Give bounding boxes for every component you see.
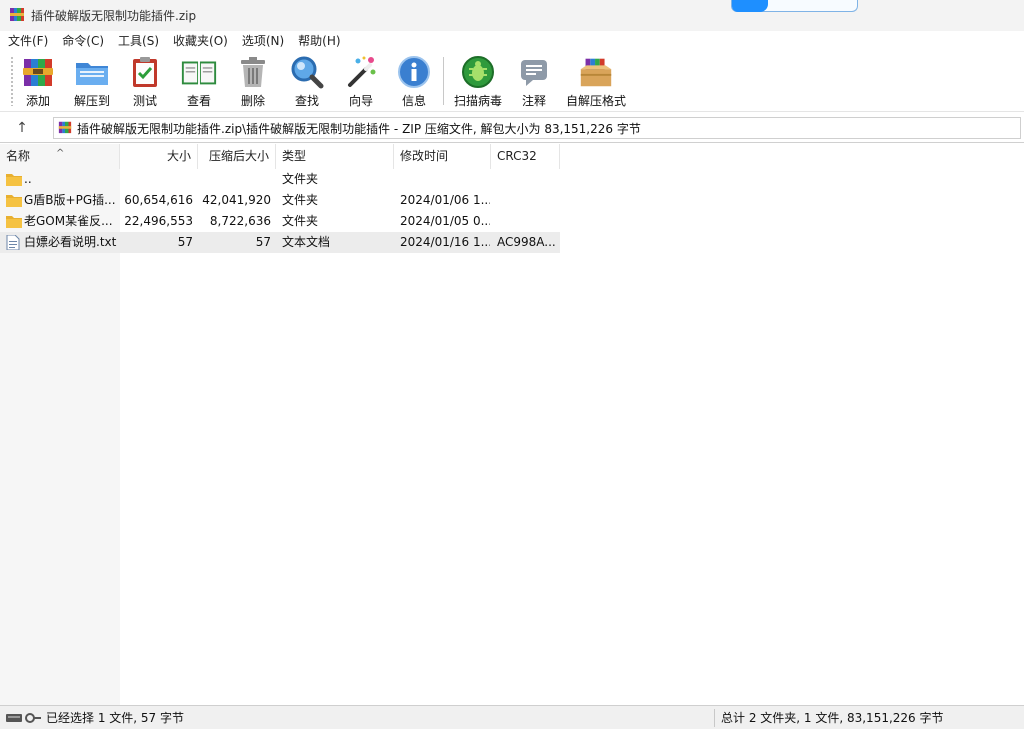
col-name-label: 名称 (6, 149, 31, 163)
table-row[interactable]: 老GOM某雀反... 22,496,553 8,722,636 文件夹 2024… (0, 211, 1024, 232)
comment-button[interactable]: 注释 (516, 54, 552, 110)
wizard-label: 向导 (348, 94, 373, 108)
file-size: 60,654,616 (124, 193, 193, 207)
test-label: 测试 (132, 94, 157, 108)
archive-path-icon (58, 120, 72, 137)
magic-wand-icon (342, 54, 380, 90)
up-arrow-button[interactable]: ↑ (9, 119, 35, 137)
file-size: 57 (177, 235, 193, 249)
file-size: 22,496,553 (124, 214, 193, 228)
address-bar: ↑ 插件破解版无限制功能插件.zip\插件破解版无限制功能插件 - ZIP 压缩… (0, 113, 1024, 143)
table-row[interactable]: .. 文件夹 (0, 169, 1024, 190)
file-name: G盾B版+PG插... (24, 193, 116, 207)
add-button[interactable]: 添加 (19, 54, 57, 110)
menu-file[interactable]: 文件(F) (8, 32, 48, 49)
view-label: 查看 (186, 94, 211, 108)
info-button[interactable]: 信息 (396, 54, 432, 110)
extract-to-label: 解压到 (73, 94, 110, 108)
table-row[interactable]: G盾B版+PG插... 60,654,616 42,041,920 文件夹 20… (0, 190, 1024, 211)
col-type[interactable]: 类型 (276, 144, 394, 169)
column-header: 名称 ^ 大小 压缩后大小 类型 修改时间 CRC32 (0, 144, 1024, 169)
wizard-button[interactable]: 向导 (343, 54, 379, 110)
archive-path: 插件破解版无限制功能插件.zip\插件破解版无限制功能插件 - ZIP 压缩文件… (77, 121, 641, 136)
file-list[interactable]: 名称 ^ 大小 压缩后大小 类型 修改时间 CRC32 .. 文件夹 G盾B版+… (0, 144, 1024, 705)
magnifier-icon (288, 54, 326, 90)
file-modified: 2024/01/16 1... (400, 235, 490, 249)
menu-commands[interactable]: 命令(C) (62, 32, 104, 49)
sfx-box-icon (577, 54, 615, 90)
winrar-icon (9, 6, 25, 25)
col-crc[interactable]: CRC32 (491, 144, 560, 169)
col-packed[interactable]: 压缩后大小 (198, 144, 276, 169)
view-button[interactable]: 查看 (178, 54, 220, 110)
file-type: 文件夹 (282, 193, 319, 207)
sort-up-icon: ^ (56, 148, 65, 159)
file-type: 文本文档 (282, 235, 331, 249)
file-packed: 42,041,920 (202, 193, 271, 207)
file-name: .. (24, 172, 32, 186)
bug-scan-icon (459, 54, 497, 90)
archive-add-icon (19, 54, 57, 90)
file-crc: AC998A... (497, 235, 556, 249)
info-label: 信息 (401, 94, 426, 108)
menu-help[interactable]: 帮助(H) (298, 32, 340, 49)
file-modified: 2024/01/05 0... (400, 214, 490, 228)
col-size[interactable]: 大小 (120, 144, 198, 169)
add-label: 添加 (25, 94, 50, 108)
test-button[interactable]: 测试 (127, 54, 163, 110)
file-name: 白嫖必看说明.txt (24, 235, 117, 249)
extract-to-button[interactable]: 解压到 (70, 54, 114, 110)
toolbar-separator (443, 57, 444, 105)
status-bar: 已经选择 1 文件, 57 字节 总计 2 文件夹, 1 文件, 83,151,… (0, 705, 1024, 729)
delete-button[interactable]: 删除 (235, 54, 271, 110)
file-name: 老GOM某雀反... (24, 214, 113, 228)
col-modified[interactable]: 修改时间 (394, 144, 491, 169)
menu-favorites[interactable]: 收藏夹(O) (173, 32, 228, 49)
drive-key-icon (6, 712, 42, 727)
menu-tools[interactable]: 工具(S) (118, 32, 159, 49)
clipboard-check-icon (126, 54, 164, 90)
file-type: 文件夹 (282, 214, 319, 228)
status-selection: 已经选择 1 文件, 57 字节 (46, 711, 184, 725)
toolbar: 添加 解压到 测试 查看 删除 查找 向导 信息 扫描病毒 注释 自解压格式 (0, 49, 1024, 112)
text-file-icon (6, 234, 20, 253)
book-view-icon (180, 54, 218, 90)
folder-icon (6, 172, 22, 189)
file-packed: 57 (255, 235, 271, 249)
title-bar: 插件破解版无限制功能插件.zip (0, 0, 1024, 31)
file-modified: 2024/01/06 1... (400, 193, 490, 207)
folder-extract-icon (73, 54, 111, 90)
comment-label: 注释 (521, 94, 546, 108)
path-field[interactable]: 插件破解版无限制功能插件.zip\插件破解版无限制功能插件 - ZIP 压缩文件… (53, 117, 1021, 139)
comment-icon (515, 54, 553, 90)
window-title: 插件破解版无限制功能插件.zip (31, 9, 197, 23)
floating-widget[interactable] (731, 0, 858, 12)
find-button[interactable]: 查找 (288, 54, 326, 110)
info-icon (395, 54, 433, 90)
status-total: 总计 2 文件夹, 1 文件, 83,151,226 字节 (721, 711, 944, 725)
status-divider (714, 709, 715, 727)
menu-bar: 文件(F) 命令(C) 工具(S) 收藏夹(O) 选项(N) 帮助(H) (0, 31, 1024, 49)
widget-accent (732, 0, 768, 12)
sfx-button[interactable]: 自解压格式 (565, 54, 627, 110)
virus-scan-label: 扫描病毒 (453, 94, 502, 108)
col-name[interactable]: 名称 ^ (0, 144, 120, 169)
toolbar-grip[interactable] (10, 56, 14, 106)
sfx-label: 自解压格式 (565, 94, 626, 108)
delete-label: 删除 (240, 94, 265, 108)
table-row-selected[interactable]: 白嫖必看说明.txt 57 57 文本文档 2024/01/16 1... AC… (0, 232, 1024, 253)
find-label: 查找 (294, 94, 319, 108)
virus-scan-button[interactable]: 扫描病毒 (452, 54, 504, 110)
folder-icon (6, 193, 22, 210)
menu-options[interactable]: 选项(N) (242, 32, 284, 49)
trash-icon (234, 54, 272, 90)
file-type: 文件夹 (282, 172, 319, 186)
file-packed: 8,722,636 (209, 214, 271, 228)
folder-icon (6, 214, 22, 231)
